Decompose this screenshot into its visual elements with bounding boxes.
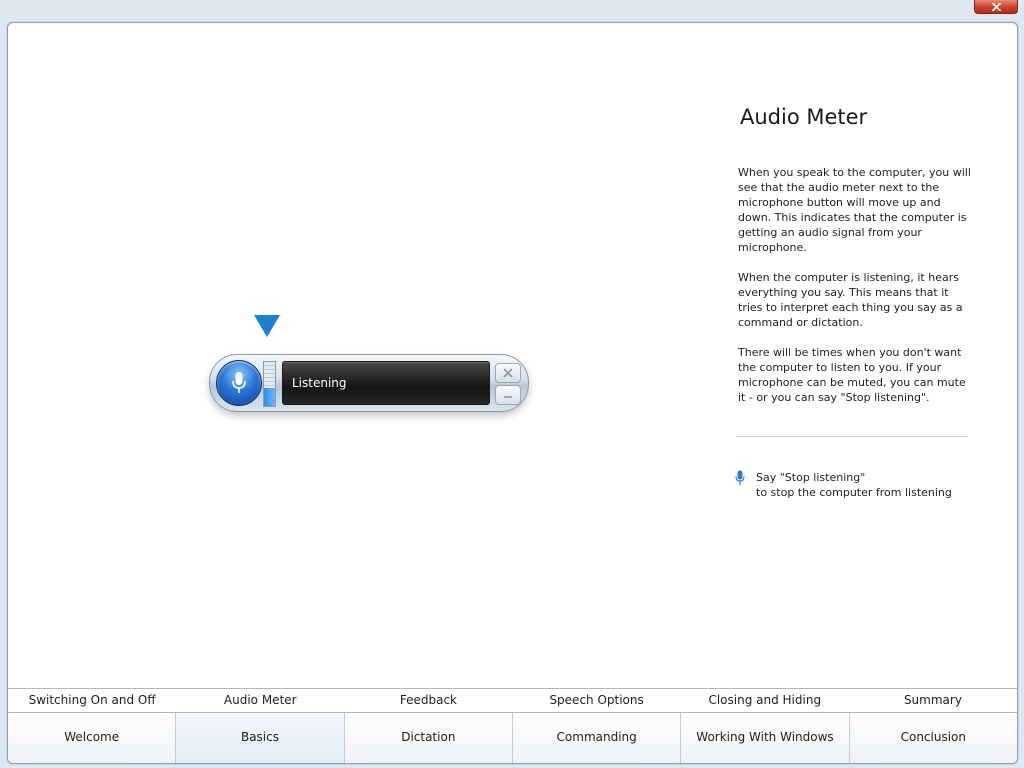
tab-welcome[interactable]: Welcome bbox=[8, 713, 177, 763]
close-icon bbox=[991, 2, 1001, 11]
speech-bar-minimize-button[interactable] bbox=[495, 385, 521, 405]
divider bbox=[736, 436, 968, 437]
status-display: Listening bbox=[282, 361, 490, 405]
paragraph-audio-meter: When you speak to the computer, you will… bbox=[738, 166, 971, 254]
audio-meter bbox=[263, 361, 276, 407]
tab-basics[interactable]: Basics bbox=[176, 713, 345, 763]
sub-tab-closing-and-hiding[interactable]: Closing and Hiding bbox=[681, 689, 849, 713]
sub-tab-speech-options[interactable]: Speech Options bbox=[513, 689, 681, 713]
tab-commanding[interactable]: Commanding bbox=[513, 713, 682, 763]
tutorial-window: Listening Audio Meter When you speak to … bbox=[7, 22, 1018, 764]
sub-tab-switching-on-and-off[interactable]: Switching On and Off bbox=[8, 689, 176, 713]
sub-topic-tabs: Switching On and Off Audio Meter Feedbac… bbox=[8, 688, 1017, 713]
microphone-button[interactable] bbox=[216, 360, 262, 406]
main-section-tabs: Welcome Basics Dictation Commanding Work… bbox=[8, 712, 1017, 763]
microphone-icon bbox=[735, 470, 745, 485]
sub-tab-feedback[interactable]: Feedback bbox=[344, 689, 512, 713]
sub-tab-summary[interactable]: Summary bbox=[849, 689, 1017, 713]
speech-recognition-bar: Listening bbox=[209, 354, 529, 412]
minimize-icon bbox=[504, 396, 512, 398]
status-text: Listening bbox=[292, 376, 347, 390]
tab-working-with-windows[interactable]: Working With Windows bbox=[681, 713, 850, 763]
tab-dictation[interactable]: Dictation bbox=[345, 713, 513, 763]
speech-bar-close-button[interactable] bbox=[495, 363, 521, 383]
microphone-icon bbox=[232, 372, 246, 393]
close-icon bbox=[503, 368, 513, 378]
sub-tab-audio-meter[interactable]: Audio Meter bbox=[176, 689, 344, 713]
hint-command: Say "Stop listening" bbox=[756, 471, 866, 484]
voice-command-hint: Say "Stop listening" to stop the compute… bbox=[756, 470, 976, 500]
hint-description: to stop the computer from listening bbox=[756, 486, 952, 499]
audio-meter-fill bbox=[264, 387, 275, 406]
tab-conclusion[interactable]: Conclusion bbox=[850, 713, 1017, 763]
page-title: Audio Meter bbox=[740, 105, 868, 129]
paragraph-muting: There will be times when you don't want … bbox=[738, 346, 966, 404]
down-triangle-icon bbox=[254, 315, 280, 337]
paragraph-listening: When the computer is listening, it hears… bbox=[738, 271, 963, 329]
window-close-button[interactable] bbox=[974, 0, 1018, 14]
